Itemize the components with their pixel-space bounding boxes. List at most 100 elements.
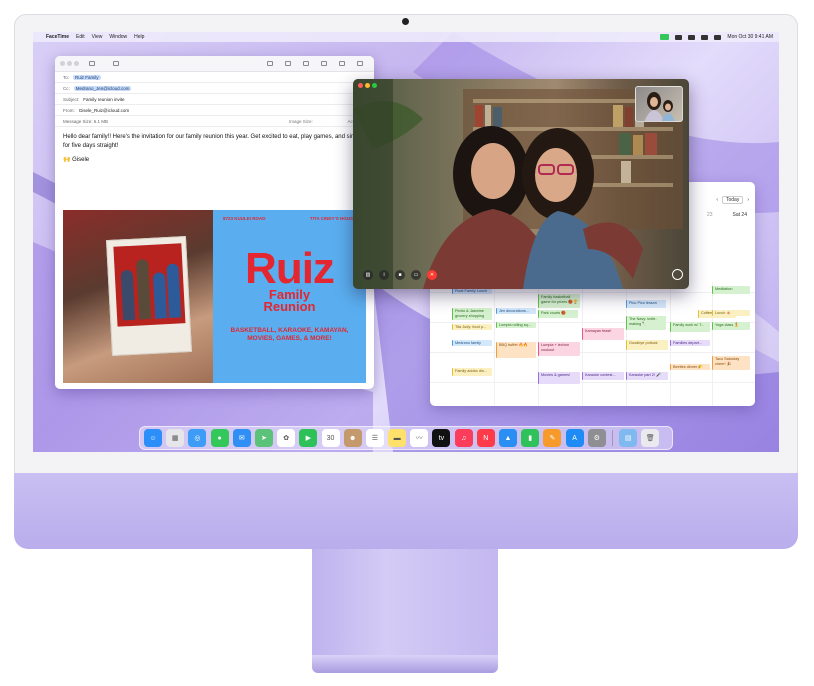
calendar-event[interactable]: Karaoke contest... bbox=[582, 372, 624, 380]
facetime-status-icon[interactable] bbox=[660, 34, 670, 40]
minimize-button[interactable] bbox=[365, 83, 370, 88]
invitation-image: 8723 KUULEI ROAD TITA CINDY'S HOUSE Ruiz… bbox=[63, 210, 366, 383]
keynote-icon[interactable]: ▲ bbox=[499, 429, 517, 447]
calendar-event[interactable]: Lunch 🍝 bbox=[712, 310, 750, 316]
menu-edit[interactable]: Edit bbox=[76, 32, 85, 42]
freeform-icon[interactable]: 〰 bbox=[410, 429, 429, 447]
calendar-event[interactable]: Goodbye potluck bbox=[626, 340, 668, 350]
zoom-button[interactable] bbox=[372, 83, 377, 88]
messages-icon[interactable]: ● bbox=[210, 429, 229, 447]
cc-label: Cc: bbox=[63, 85, 70, 91]
shutter-icon[interactable] bbox=[672, 269, 683, 280]
day-divider bbox=[494, 282, 495, 406]
system-settings-icon[interactable]: ⚙ bbox=[587, 429, 606, 447]
format-menu-icon[interactable] bbox=[113, 61, 119, 66]
next-week-button[interactable]: › bbox=[747, 197, 749, 203]
attachment-icon[interactable] bbox=[285, 61, 291, 66]
calendar-event[interactable]: Beetles dinner 🌮 bbox=[670, 364, 710, 370]
calendar-event[interactable]: Family basketball game for prizes 🏀🏆 bbox=[538, 294, 580, 308]
cc-recipient[interactable]: Medrano_Jen@icloud.com bbox=[73, 85, 132, 91]
calendar-event[interactable]: Pedro & Jasmine grocery shopping bbox=[452, 308, 492, 320]
wifi-icon[interactable] bbox=[675, 34, 683, 40]
imac-stand bbox=[312, 549, 498, 657]
calendar-event[interactable]: Yoga class 🧘 bbox=[712, 322, 750, 330]
calendar-event[interactable]: BBQ buffet 🔥🔥 bbox=[496, 342, 536, 358]
reply-icon[interactable] bbox=[267, 61, 273, 66]
menu-extras: Mon Oct 30 9:41 AM bbox=[660, 32, 773, 42]
menu-clock[interactable]: Mon Oct 30 9:41 AM bbox=[727, 34, 773, 40]
calendar-event[interactable]: Lumpia + lechon cookout bbox=[538, 342, 580, 356]
minimize-button[interactable] bbox=[67, 61, 72, 66]
photos-icon[interactable]: ✿ bbox=[277, 429, 296, 447]
mail-body[interactable]: Hello dear family!! Here's the invitatio… bbox=[55, 127, 374, 165]
zoom-button[interactable] bbox=[74, 61, 79, 66]
from-row[interactable]: From: Gisele_Ruiz@icloud.com bbox=[55, 105, 374, 116]
safari-icon[interactable]: ◎ bbox=[188, 429, 207, 447]
maps-icon[interactable]: ➤ bbox=[254, 429, 273, 447]
siri-icon[interactable] bbox=[714, 34, 722, 40]
to-row[interactable]: To: Ruiz Family bbox=[55, 72, 374, 83]
end-call-icon[interactable]: ✕ bbox=[427, 270, 437, 280]
launchpad-icon[interactable]: ▦ bbox=[166, 429, 185, 447]
calendar-event[interactable]: Tita Judy: food p... bbox=[452, 324, 492, 330]
text-format-icon[interactable] bbox=[303, 61, 309, 66]
calendar-event[interactable]: Karaoke part 2! 🎤 bbox=[626, 372, 668, 380]
pages-icon[interactable]: ✎ bbox=[543, 429, 562, 447]
notes-icon[interactable]: ▬ bbox=[388, 429, 407, 447]
photo-browser-icon[interactable] bbox=[357, 61, 363, 66]
search-icon[interactable] bbox=[688, 34, 696, 40]
calendar-event[interactable]: Family adobo din... bbox=[452, 368, 492, 376]
control-center-icon[interactable] bbox=[701, 34, 709, 40]
menu-app-name[interactable]: FaceTime bbox=[46, 32, 69, 42]
mail-icon[interactable]: ✉ bbox=[232, 429, 251, 447]
camera-toggle-icon[interactable]: ■ bbox=[395, 270, 405, 280]
cc-row[interactable]: Cc: Medrano_Jen@icloud.com bbox=[55, 83, 374, 94]
reminders-icon[interactable]: ☰ bbox=[365, 429, 384, 447]
subject-field[interactable]: Family reunion invite bbox=[83, 97, 124, 102]
send-icon[interactable] bbox=[89, 61, 95, 66]
calendar-icon[interactable]: 30 bbox=[321, 429, 340, 447]
calendar-event[interactable]: Kamayan feast! bbox=[582, 328, 624, 340]
figure bbox=[136, 258, 152, 320]
downloads-folder-icon[interactable]: ▤ bbox=[619, 429, 638, 447]
today-button[interactable]: Today bbox=[721, 196, 744, 204]
close-button[interactable] bbox=[60, 61, 65, 66]
trash-icon[interactable]: 🗑 bbox=[641, 429, 660, 447]
close-button[interactable] bbox=[358, 83, 363, 88]
emoji-icon[interactable] bbox=[339, 61, 345, 66]
calendar-event[interactable]: Families depart... bbox=[670, 340, 710, 346]
self-view-pip[interactable] bbox=[635, 86, 683, 122]
calendar-event[interactable]: Pico Pico lesson bbox=[626, 300, 666, 308]
numbers-icon[interactable]: ▮ bbox=[521, 429, 540, 447]
calendar-event[interactable]: Family work w/ T... bbox=[670, 322, 710, 332]
day-header-fri[interactable]: 23 bbox=[707, 212, 713, 218]
calendar-event[interactable]: Taco Saturday cheer! 🎉 bbox=[712, 356, 750, 370]
calendar-event[interactable]: Movies & games! bbox=[538, 372, 580, 384]
menu-view[interactable]: View bbox=[92, 32, 103, 42]
day-header-sat[interactable]: Sat 24 bbox=[733, 212, 747, 218]
screen-share-icon[interactable]: ▭ bbox=[411, 270, 421, 280]
info-icon[interactable]: i bbox=[379, 270, 389, 280]
hour-line bbox=[430, 352, 755, 353]
music-icon[interactable]: ♫ bbox=[454, 429, 473, 447]
calendar-event[interactable]: The Navy: knife-making 🔪 bbox=[626, 316, 666, 330]
facetime-icon[interactable]: ▶ bbox=[299, 429, 318, 447]
finder-icon[interactable]: ☺ bbox=[144, 429, 162, 447]
app-store-icon[interactable]: A bbox=[565, 429, 584, 447]
to-recipient[interactable]: Ruiz Family bbox=[73, 74, 101, 80]
calendar-event[interactable]: Jen decorations... bbox=[496, 308, 536, 314]
menu-window[interactable]: Window bbox=[109, 32, 127, 42]
calendar-event[interactable]: Meditation bbox=[712, 286, 750, 294]
from-field[interactable]: Gisele_Ruiz@icloud.com bbox=[79, 108, 129, 113]
news-icon[interactable]: N bbox=[476, 429, 495, 447]
prev-week-button[interactable]: ‹ bbox=[716, 197, 718, 203]
calendar-event[interactable]: Park courts 🏀 bbox=[538, 310, 578, 318]
font-icon[interactable] bbox=[321, 61, 327, 66]
contacts-icon[interactable]: ☻ bbox=[343, 429, 362, 447]
subject-row[interactable]: Subject: Family reunion invite bbox=[55, 94, 374, 105]
calendar-event[interactable]: Medrano family arrive bbox=[452, 340, 492, 346]
apple-tv-icon[interactable]: tv bbox=[432, 429, 451, 447]
sidebar-icon[interactable]: ▥ bbox=[363, 270, 373, 280]
menu-help[interactable]: Help bbox=[134, 32, 144, 42]
calendar-event[interactable]: Lumpia rolling sq... bbox=[496, 322, 536, 328]
